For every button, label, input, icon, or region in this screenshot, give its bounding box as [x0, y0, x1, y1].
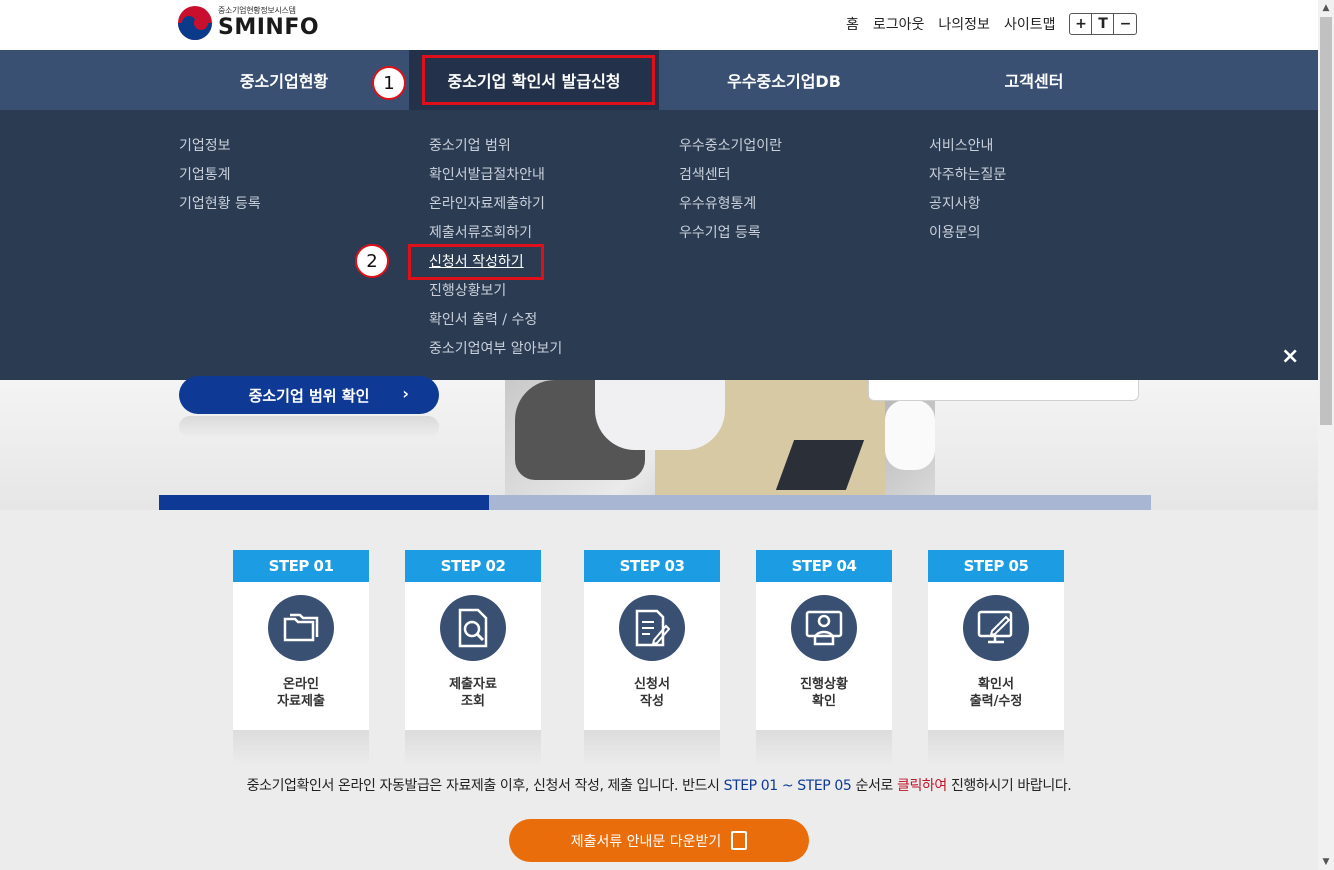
scroll-down-icon[interactable]: ▼: [1318, 854, 1334, 870]
step-04-title: STEP 04: [756, 550, 892, 582]
font-size-controls: + T −: [1069, 13, 1138, 35]
banner-progress: [159, 495, 1151, 510]
font-increase-button[interactable]: +: [1070, 14, 1093, 34]
menu-column-customer: 서비스안내 자주하는질문 공지사항 이용문의: [929, 136, 1006, 252]
menu-item-print-certificate[interactable]: 확인서 출력 / 수정: [429, 310, 562, 339]
menu-item-progress[interactable]: 진행상황보기: [429, 281, 562, 310]
close-icon[interactable]: ×: [1281, 344, 1299, 369]
menu-item-sme-check[interactable]: 중소기업여부 알아보기: [429, 339, 562, 368]
nav-excellent-company-db[interactable]: 우수중소기업DB: [659, 50, 909, 110]
menu-item-company-info[interactable]: 기업정보: [179, 136, 261, 165]
menu-column-company-status: 기업정보 기업통계 기업현황 등록: [179, 136, 261, 223]
utility-links: 홈 로그아웃 나의정보 사이트맵 + T −: [846, 13, 1138, 35]
scroll-thumb[interactable]: [1320, 17, 1332, 425]
step-05-title: STEP 05: [928, 550, 1064, 582]
step-01-title: STEP 01: [233, 550, 369, 582]
download-guide-label: 제출서류 안내문 다운받기: [570, 833, 722, 850]
menu-item-faq[interactable]: 자주하는질문: [929, 165, 1006, 194]
step-03-title: STEP 03: [584, 550, 720, 582]
download-guide-button[interactable]: 제출서류 안내문 다운받기: [509, 819, 809, 862]
home-link[interactable]: 홈: [846, 14, 859, 34]
menu-item-online-submit[interactable]: 온라인자료제출하기: [429, 194, 562, 223]
scroll-up-icon[interactable]: ▲: [1318, 0, 1334, 16]
menu-item-excellent-stats[interactable]: 우수유형통계: [679, 194, 782, 223]
callout-badge-2: 2: [355, 244, 389, 278]
logo[interactable]: 중소기업현황정보시스템 SMINFO: [178, 5, 319, 40]
folder-icon: [268, 595, 334, 661]
search-box[interactable]: [868, 380, 1139, 401]
monitor-pen-icon: [963, 595, 1029, 661]
taegeuk-logo-icon: [178, 5, 212, 40]
page: 중소기업현황정보시스템 SMINFO 홈 로그아웃 나의정보 사이트맵 + T …: [0, 0, 1334, 870]
step-02-label: 제출자료 조회: [449, 677, 497, 709]
my-info-link[interactable]: 나의정보: [938, 14, 990, 34]
chevron-right-icon: ›: [402, 384, 409, 403]
menu-column-excellent: 우수중소기업이란 검색센터 우수유형통계 우수기업 등록: [679, 136, 782, 252]
callout-box-2: [408, 244, 544, 280]
document-edit-icon: [619, 595, 685, 661]
nav-customer-center[interactable]: 고객센터: [909, 50, 1159, 110]
font-reset-button[interactable]: T: [1092, 14, 1115, 34]
pdf-icon: [731, 831, 748, 850]
sme-scope-check-button[interactable]: 중소기업 범위 확인 ›: [179, 376, 439, 414]
step-03-label: 신청서 작성: [634, 677, 670, 709]
callout-badge-1: 1: [372, 66, 406, 100]
banner-progress-fill: [159, 495, 490, 510]
main-nav: 중소기업현황 중소기업 확인서 발급신청 우수중소기업DB 고객센터: [0, 50, 1318, 110]
step-01-label: 온라인 자료제출: [277, 677, 325, 709]
document-search-icon: [440, 595, 506, 661]
menu-item-issue-guide[interactable]: 확인서발급절차안내: [429, 165, 562, 194]
menu-item-excellent-register[interactable]: 우수기업 등록: [679, 223, 782, 252]
menu-item-service-guide[interactable]: 서비스안내: [929, 136, 1006, 165]
sitemap-link[interactable]: 사이트맵: [1004, 14, 1056, 34]
callout-box-1: [422, 55, 655, 105]
menu-item-company-register[interactable]: 기업현황 등록: [179, 194, 261, 223]
step-notice: 중소기업확인서 온라인 자동발급은 자료제출 이후, 신청서 작성, 제출 입니…: [246, 778, 1072, 794]
sme-scope-check-label: 중소기업 범위 확인: [248, 386, 370, 405]
header: 중소기업현황정보시스템 SMINFO 홈 로그아웃 나의정보 사이트맵 + T …: [0, 0, 1318, 50]
step-03-card[interactable]: STEP 03 신청서 작성: [584, 550, 720, 730]
logo-title: SMINFO: [218, 15, 320, 40]
step-04-card[interactable]: STEP 04 진행상황 확인: [756, 550, 892, 730]
step-05-label: 확인서 출력/수정: [969, 677, 1023, 709]
step-01-card[interactable]: STEP 01 온라인 자료제출: [233, 550, 369, 730]
monitor-person-icon: [791, 595, 857, 661]
menu-item-notice[interactable]: 공지사항: [929, 194, 1006, 223]
menu-item-excellent-about[interactable]: 우수중소기업이란: [679, 136, 782, 165]
logout-link[interactable]: 로그아웃: [873, 14, 925, 34]
step-04-label: 진행상황 확인: [800, 677, 848, 709]
step-02-title: STEP 02: [405, 550, 541, 582]
menu-item-company-stats[interactable]: 기업통계: [179, 165, 261, 194]
page-scrollbar[interactable]: ▲ ▼: [1318, 0, 1334, 870]
menu-item-sme-scope[interactable]: 중소기업 범위: [429, 136, 562, 165]
mega-menu: 기업정보 기업통계 기업현황 등록 중소기업 범위 확인서발급절차안내 온라인자…: [0, 110, 1318, 380]
menu-item-search-center[interactable]: 검색센터: [679, 165, 782, 194]
font-decrease-button[interactable]: −: [1114, 14, 1136, 34]
step-05-card[interactable]: STEP 05 확인서 출력/수정: [928, 550, 1064, 730]
menu-item-inquiry[interactable]: 이용문의: [929, 223, 1006, 252]
step-02-card[interactable]: STEP 02 제출자료 조회: [405, 550, 541, 730]
